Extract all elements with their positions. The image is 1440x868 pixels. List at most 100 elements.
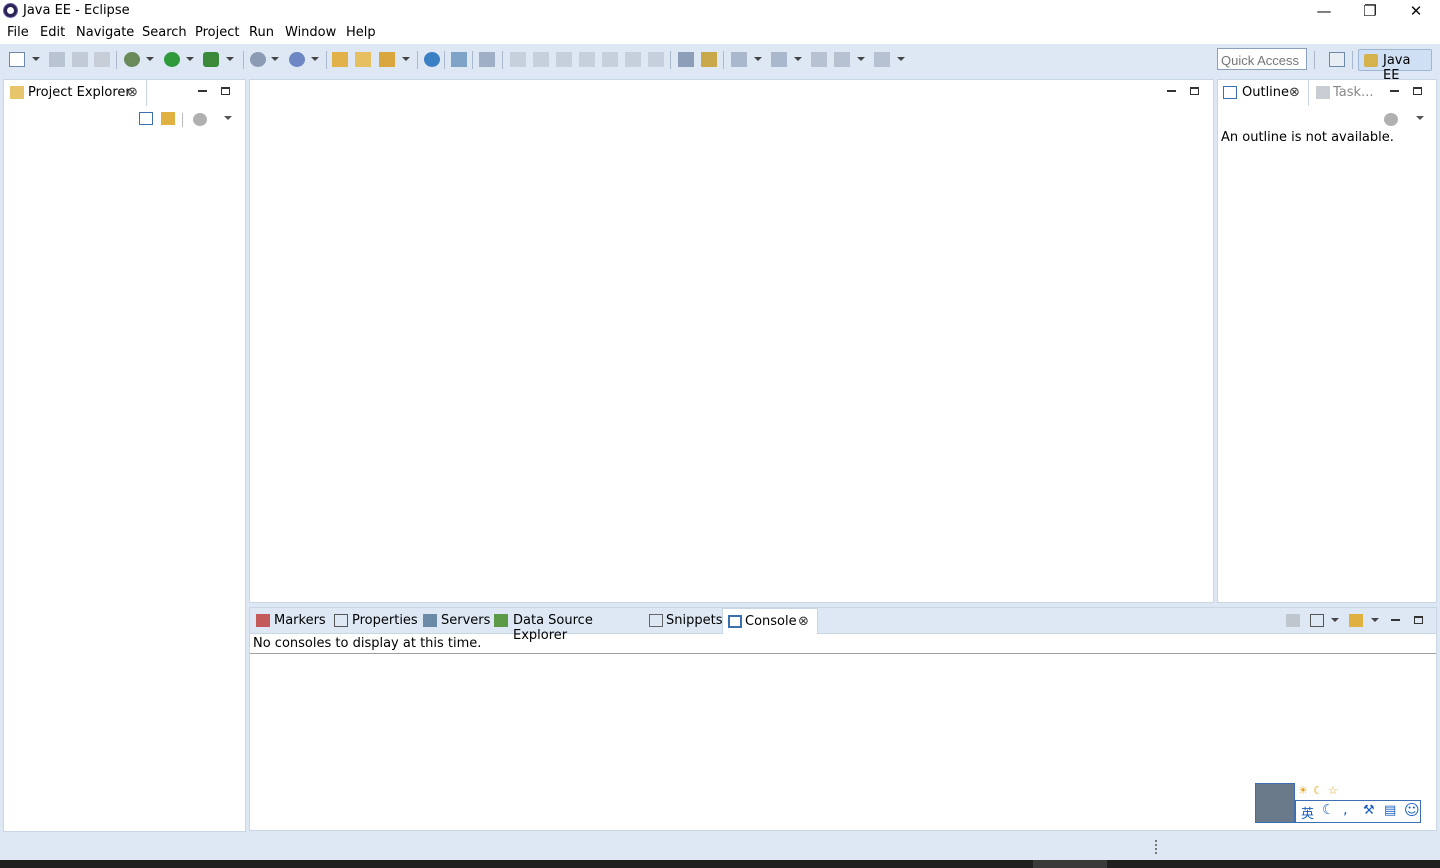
menu-run[interactable]: Run (249, 25, 274, 40)
close-tab-icon[interactable]: ⊗ (798, 614, 809, 629)
maximize-icon[interactable] (1190, 87, 1199, 95)
tab-markers[interactable]: Markers (254, 608, 329, 634)
run-dropdown-icon[interactable] (186, 57, 194, 61)
editor-area[interactable] (249, 79, 1214, 603)
clipboard-icon[interactable]: ▤ (1384, 803, 1396, 818)
debug-dropdown-icon[interactable] (146, 57, 154, 61)
open-console-dropdown-icon[interactable] (1371, 618, 1379, 622)
tab-data-source-explorer[interactable]: Data Source Explorer (493, 608, 639, 643)
display-console-dropdown-icon[interactable] (1331, 618, 1339, 622)
resize-grip[interactable] (1155, 840, 1159, 854)
step-into-icon[interactable] (602, 52, 618, 67)
half-width-icon[interactable]: ☾ (1322, 802, 1335, 818)
last-edit-location-icon[interactable] (811, 52, 827, 67)
new-dropdown-icon[interactable] (32, 57, 40, 61)
new-icon[interactable] (9, 52, 25, 67)
menu-help[interactable]: Help (346, 25, 376, 40)
menu-file[interactable]: File (7, 25, 29, 40)
taskbar-active-item[interactable] (1033, 860, 1107, 868)
back-dropdown-icon[interactable] (857, 57, 865, 61)
settings-icon[interactable]: ⚒ (1363, 803, 1375, 818)
close-tab-icon[interactable]: ⊗ (1289, 85, 1300, 100)
new-server-icon[interactable] (250, 52, 266, 67)
menu-project[interactable]: Project (195, 25, 239, 40)
menu-edit[interactable]: Edit (40, 25, 65, 40)
open-console-icon[interactable] (1349, 614, 1363, 627)
suspend-icon[interactable] (533, 52, 549, 67)
next-annotation-dropdown-icon[interactable] (754, 57, 762, 61)
collapse-all-icon[interactable] (139, 112, 153, 125)
step-over-icon[interactable] (625, 52, 641, 67)
next-annotation-icon[interactable] (731, 52, 747, 67)
console-icon (728, 615, 742, 628)
save-all-icon[interactable] (72, 52, 88, 67)
toggle-mark-occurrences-icon[interactable] (678, 52, 694, 67)
tab-servers[interactable]: Servers (422, 608, 490, 634)
new-web-service-icon[interactable] (289, 52, 305, 67)
print-icon[interactable] (94, 52, 110, 67)
open-resource-icon[interactable] (355, 52, 371, 67)
open-type-icon[interactable] (332, 52, 348, 67)
emoji-icon[interactable]: ☺ (1404, 801, 1420, 819)
save-icon[interactable] (49, 52, 65, 67)
ime-mode-toggle[interactable]: 英 (1301, 803, 1314, 822)
view-menu-icon[interactable] (1416, 116, 1424, 120)
run-icon[interactable] (164, 52, 180, 67)
toolbar-separator (417, 51, 418, 69)
run-external-tools-icon[interactable] (203, 52, 219, 67)
back-icon[interactable] (834, 52, 850, 67)
synchronize-icon[interactable] (451, 52, 467, 67)
maximize-icon[interactable] (221, 87, 230, 95)
open-perspective-icon[interactable] (1329, 52, 1345, 67)
external-tools-dropdown-icon[interactable] (226, 57, 234, 61)
minimize-icon[interactable] (1167, 90, 1176, 92)
minimize-icon[interactable] (1391, 619, 1400, 621)
previous-annotation-dropdown-icon[interactable] (794, 57, 802, 61)
minimize-icon[interactable] (198, 90, 207, 92)
focus-on-active-task-icon[interactable] (1384, 113, 1398, 126)
skip-breakpoints-icon[interactable] (479, 52, 495, 67)
tab-task-list[interactable]: Task... (1313, 80, 1381, 106)
menu-search[interactable]: Search (142, 25, 187, 40)
outline-icon (1223, 86, 1237, 99)
ime-skin-icons[interactable]: ☀ ☾ ☆ (1298, 784, 1348, 798)
previous-annotation-icon[interactable] (771, 52, 787, 67)
tab-project-explorer[interactable]: Project Explorer ⊗ (4, 80, 147, 106)
menu-window[interactable]: Window (285, 25, 336, 40)
search-icon[interactable] (379, 52, 395, 67)
search-dropdown-icon[interactable] (402, 57, 410, 61)
browser-icon[interactable] (424, 52, 440, 67)
menu-navigate[interactable]: Navigate (76, 25, 134, 40)
avatar[interactable] (1255, 783, 1295, 823)
restore-icon[interactable]: ❐ (1347, 0, 1393, 22)
forward-dropdown-icon[interactable] (897, 57, 905, 61)
link-with-editor-icon[interactable] (161, 112, 175, 125)
close-tab-icon[interactable]: ⊗ (127, 85, 138, 100)
maximize-icon[interactable] (1413, 87, 1422, 95)
disconnect-icon[interactable] (579, 52, 595, 67)
tab-outline[interactable]: Outline ⊗ (1218, 80, 1309, 106)
toolbar-separator (326, 51, 327, 69)
toggle-block-selection-icon[interactable] (701, 52, 717, 67)
tab-snippets[interactable]: Snippets (648, 608, 722, 634)
resume-icon[interactable] (510, 52, 526, 67)
maximize-icon[interactable] (1414, 616, 1423, 624)
terminate-icon[interactable] (556, 52, 572, 67)
new-server-dropdown-icon[interactable] (271, 57, 279, 61)
forward-icon[interactable] (874, 52, 890, 67)
tab-console[interactable]: Console ⊗ (722, 608, 818, 634)
focus-on-active-task-icon[interactable] (193, 113, 207, 126)
close-icon[interactable]: ✕ (1393, 0, 1439, 22)
pin-console-icon[interactable] (1286, 614, 1300, 627)
web-service-dropdown-icon[interactable] (311, 57, 319, 61)
minimize-icon[interactable] (1390, 90, 1399, 92)
step-return-icon[interactable] (648, 52, 664, 67)
java-ee-perspective-button[interactable]: Java EE (1358, 49, 1432, 83)
tab-properties[interactable]: Properties (333, 608, 418, 634)
view-menu-icon[interactable] (224, 116, 232, 120)
display-selected-console-icon[interactable] (1310, 614, 1324, 627)
punctuation-icon[interactable]: ‚ (1343, 802, 1347, 818)
minimize-icon[interactable]: — (1301, 0, 1347, 22)
debug-icon[interactable] (124, 52, 140, 67)
quick-access-input[interactable] (1217, 48, 1307, 70)
